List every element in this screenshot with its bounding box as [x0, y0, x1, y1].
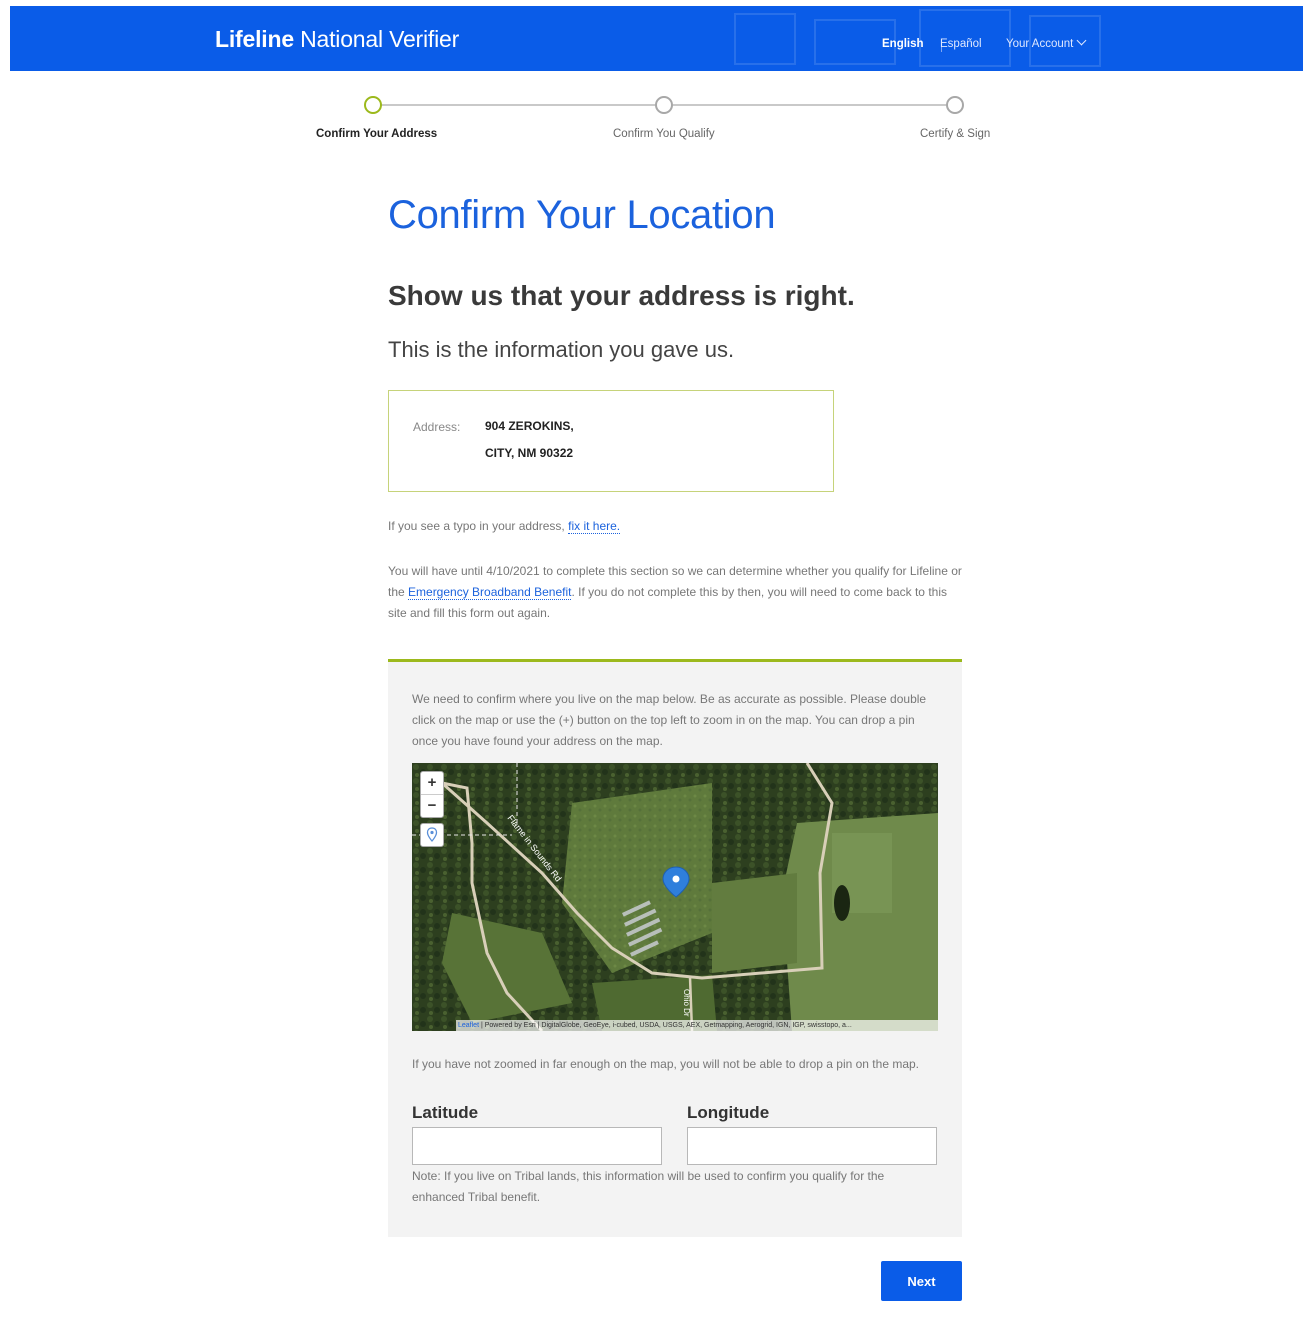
zoom-control: + − [420, 771, 444, 818]
account-label: Your Account [1006, 38, 1074, 50]
next-button[interactable]: Next [881, 1261, 962, 1301]
longitude-label: Longitude [687, 1103, 770, 1122]
drop-pin-button[interactable] [420, 823, 444, 847]
address-label: Address: [413, 420, 461, 434]
step-dot-address [364, 96, 382, 114]
top-header: Lifeline National Verifier English Españ… [10, 6, 1303, 71]
map-imagery: Flame in Sounds Rd Ohio Dr [412, 763, 938, 1031]
typo-note: If you see a typo in your address, fix i… [388, 516, 621, 537]
account-menu[interactable]: Your Account [1006, 35, 1087, 50]
stepper-line-1 [380, 104, 656, 106]
latitude-input[interactable] [412, 1127, 662, 1165]
page-subtitle: Show us that your address is right. [388, 280, 855, 311]
zoom-in-button[interactable]: + [421, 772, 443, 794]
leaflet-link[interactable]: Leaflet [458, 1022, 479, 1029]
step-dot-certify [946, 96, 964, 114]
marker-icon [426, 827, 438, 842]
address-line-1: 904 ZEROKINS, [485, 419, 574, 433]
step-label-qualify: Confirm You Qualify [613, 128, 715, 140]
stepper-line-2 [671, 104, 947, 106]
page-title: Confirm Your Location [388, 193, 776, 237]
step-label-certify: Certify & Sign [920, 128, 991, 140]
fix-address-link[interactable]: fix it here. [568, 519, 621, 534]
lang-english-link[interactable]: English [882, 38, 924, 50]
address-line-2: CITY, NM 90322 [485, 446, 574, 460]
deadline-note: You will have until 4/10/2021 to complet… [388, 561, 968, 624]
tribal-note: Note: If you live on Tribal lands, this … [412, 1169, 885, 1204]
map-panel: We need to confirm where you live on the… [388, 659, 962, 1237]
latitude-label: Latitude [412, 1103, 479, 1122]
chevron-down-icon [1076, 35, 1087, 46]
satellite-map[interactable]: Flame in Sounds Rd Ohio Dr + − Leaflet |… [412, 763, 938, 1031]
longitude-input[interactable] [687, 1127, 937, 1165]
step-label-address: Confirm Your Address [316, 128, 438, 140]
zoom-out-button[interactable]: − [421, 794, 443, 817]
step-dot-qualify [655, 96, 673, 114]
lang-espanol-link[interactable]: Español [940, 38, 982, 50]
zoom-note: If you have not zoomed in far enough on … [412, 1057, 919, 1071]
lead-text: This is the information you gave us. [388, 337, 735, 362]
map-instructions: We need to confirm where you live on the… [412, 692, 927, 748]
map-attribution: Leaflet | Powered by Esri | DigitalGlobe… [456, 1020, 938, 1031]
road-label-2: Ohio Dr [682, 989, 691, 1017]
ebb-link[interactable]: Emergency Broadband Benefit [408, 585, 572, 600]
brand-logo[interactable]: Lifeline National Verifier [215, 26, 459, 53]
typo-text: If you see a typo in your address, [388, 519, 569, 533]
address-card: Address: 904 ZEROKINS, CITY, NM 90322 [388, 390, 834, 492]
attribution-text: | Powered by Esri | DigitalGlobe, GeoEye… [479, 1022, 852, 1029]
